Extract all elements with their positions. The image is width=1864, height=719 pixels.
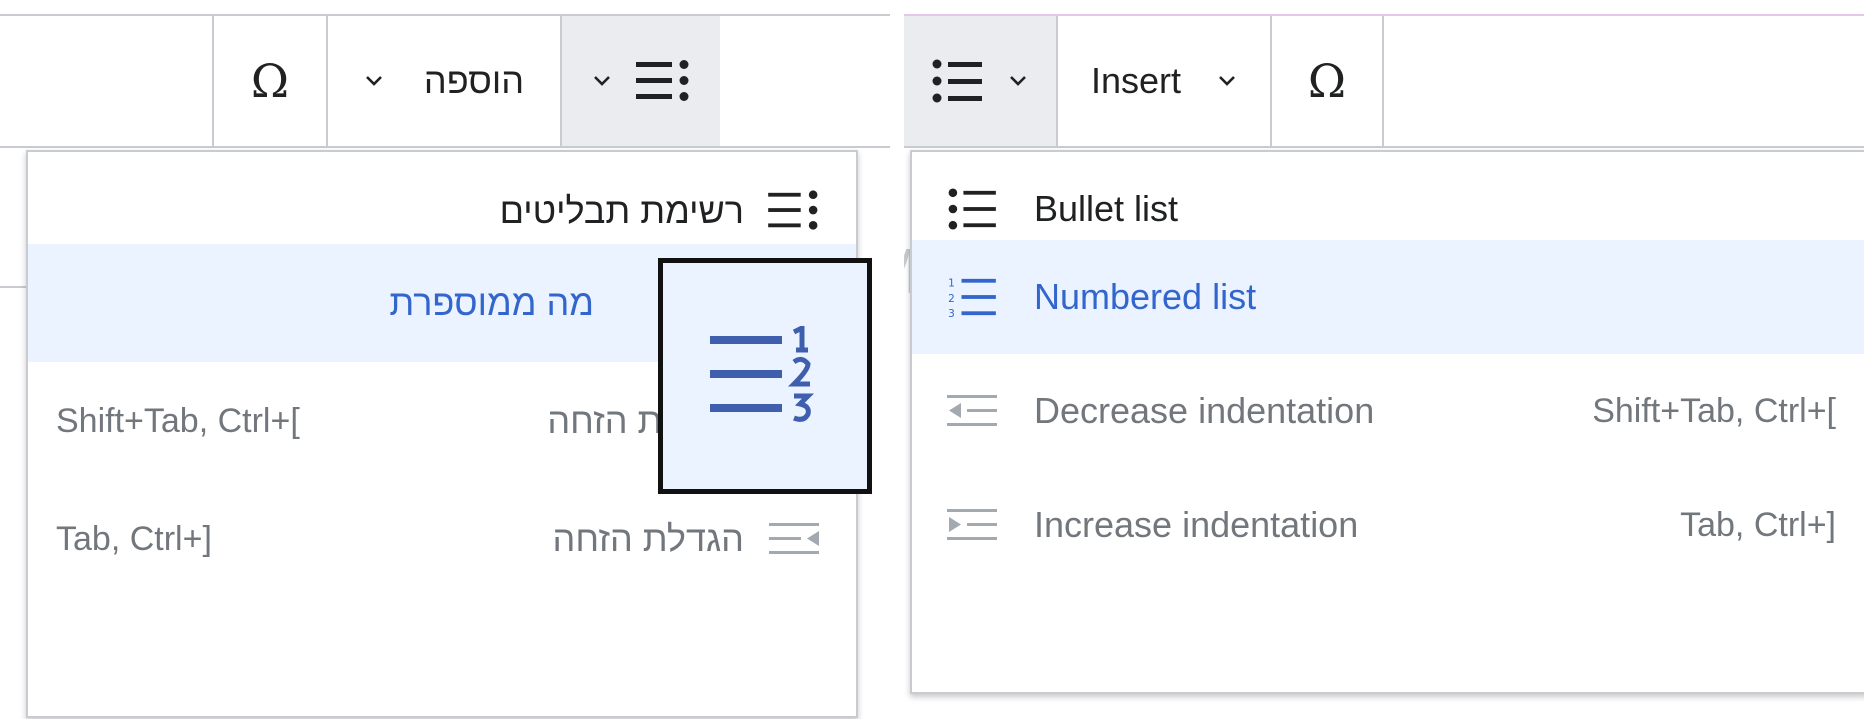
bullet-list-rtl-icon [636, 60, 689, 101]
bullet-list-icon [932, 59, 982, 103]
menu-item-shortcut: Tab, Ctrl+] [1680, 505, 1836, 544]
menu-item-increase-indentation[interactable]: הגדלת הזחה Tab, Ctrl+] [28, 480, 856, 598]
menu-item-label: Decrease indentation [1034, 390, 1375, 431]
menu-item-label: Increase indentation [1034, 504, 1359, 545]
svg-text:3: 3 [948, 308, 955, 318]
insert-menu-button[interactable]: Insert [1058, 16, 1272, 146]
menu-item-numbered-list[interactable]: 1 2 3 Numbered list [912, 240, 1864, 354]
menu-item-decrease-indentation[interactable]: Decrease indentation Shift+Tab, Ctrl+[ [912, 354, 1864, 468]
menu-item-label: Bullet list [1034, 188, 1179, 229]
numbered-list-icon: 1 2 3 [942, 272, 1002, 322]
insert-menu-button[interactable]: הוספה [326, 16, 562, 146]
chevron-down-icon [1010, 76, 1026, 86]
chevron-down-icon [594, 76, 610, 86]
menu-item-label: Numbered list [1034, 276, 1257, 317]
numbered-list-icon-zoom-callout [658, 258, 872, 494]
ltr-list-dropdown-menu: Bullet list 1 2 3 Numbered list Decrease i… [910, 150, 1864, 694]
ltr-editor-panel: M Insert Ω Bullet list [904, 0, 1864, 719]
bullet-list-rtl-icon [764, 186, 824, 236]
insert-menu-label: Insert [1090, 60, 1182, 101]
omega-icon: Ω [250, 54, 290, 108]
omega-icon: Ω [1307, 54, 1347, 108]
indent-icon [764, 514, 824, 564]
chevron-down-icon [1219, 76, 1235, 86]
menu-item-label: מה ממוספרת [389, 282, 594, 323]
special-character-button[interactable]: Ω [212, 16, 326, 146]
chevron-down-icon [365, 76, 382, 86]
special-character-button[interactable]: Ω [1272, 16, 1384, 146]
bullet-list-icon [942, 184, 1002, 234]
rtl-toolbar: Ω הוספה [0, 14, 890, 148]
menu-item-shortcut: Shift+Tab, Ctrl+[ [1592, 391, 1836, 430]
svg-text:1: 1 [948, 278, 955, 290]
menu-item-label: הגדלת הזחה [552, 518, 744, 559]
menu-item-shortcut: Tab, Ctrl+] [56, 519, 212, 558]
menu-item-label: רשימת תבליטים [499, 190, 744, 231]
menu-item-increase-indentation[interactable]: Increase indentation Tab, Ctrl+] [912, 468, 1864, 582]
list-menu-button[interactable] [562, 16, 720, 146]
outdent-icon [942, 386, 1002, 436]
ltr-toolbar: Insert Ω [904, 14, 1864, 148]
menu-item-shortcut: Shift+Tab, Ctrl+[ [56, 401, 300, 440]
rtl-editor-panel: Ω הוספה רשימת תבליטים מה ממוספרת הקטנת ה… [0, 0, 890, 719]
insert-menu-label: הוספה [423, 60, 525, 101]
list-menu-button[interactable] [904, 16, 1058, 146]
indent-icon [942, 500, 1002, 550]
svg-text:2: 2 [948, 293, 955, 305]
numbered-list-rtl-icon [710, 326, 815, 422]
